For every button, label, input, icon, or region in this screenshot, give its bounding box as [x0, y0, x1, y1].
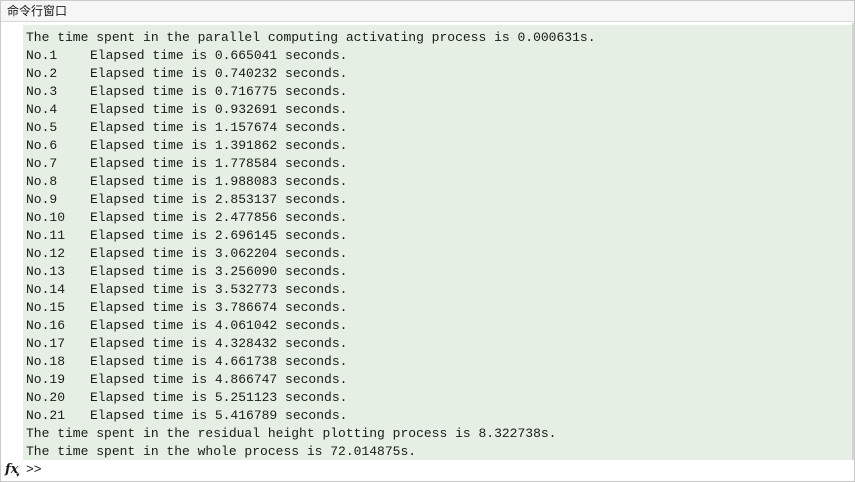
console-header-line: The time spent in the parallel computing… [26, 30, 596, 45]
console-output: The time spent in the parallel computing… [23, 25, 853, 462]
console-residual-line: The time spent in the residual height pl… [26, 426, 557, 441]
run-number: No.7 [26, 156, 58, 171]
run-row: No.9 Elapsed time is 2.853137 seconds. [26, 191, 347, 209]
command-window: 命令行窗口 The time spent in the parallel com… [0, 0, 855, 482]
window-title: 命令行窗口 [1, 1, 854, 22]
run-elapsed-text: Elapsed time is 4.866747 seconds. [90, 372, 348, 387]
run-elapsed-text: Elapsed time is 4.328432 seconds. [90, 336, 348, 351]
run-row: No.3 Elapsed time is 0.716775 seconds. [26, 83, 347, 101]
console-scroll-edge[interactable] [852, 23, 854, 460]
run-row: No.11 Elapsed time is 2.696145 seconds. [26, 227, 347, 245]
run-elapsed-text: Elapsed time is 3.256090 seconds. [90, 264, 348, 279]
run-number: No.16 [26, 318, 66, 333]
run-elapsed-text: Elapsed time is 0.932691 seconds. [90, 102, 348, 117]
run-row: No.13 Elapsed time is 3.256090 seconds. [26, 263, 347, 281]
run-elapsed-text: Elapsed time is 3.786674 seconds. [90, 300, 348, 315]
run-number: No.18 [26, 354, 66, 369]
run-row: No.12 Elapsed time is 3.062204 seconds. [26, 245, 347, 263]
chevron-down-icon: ▾ [16, 471, 20, 479]
run-number: No.12 [26, 246, 66, 261]
run-number: No.19 [26, 372, 66, 387]
command-input[interactable] [49, 461, 839, 479]
run-number: No.2 [26, 66, 58, 81]
run-number: No.5 [26, 120, 58, 135]
run-elapsed-text: Elapsed time is 4.661738 seconds. [90, 354, 348, 369]
run-row: No.19 Elapsed time is 4.866747 seconds. [26, 371, 347, 389]
run-number: No.3 [26, 84, 58, 99]
run-number: No.20 [26, 390, 66, 405]
run-row: No.14 Elapsed time is 3.532773 seconds. [26, 281, 347, 299]
run-elapsed-text: Elapsed time is 0.665041 seconds. [90, 48, 348, 63]
run-row: No.6 Elapsed time is 1.391862 seconds. [26, 137, 347, 155]
run-number: No.1 [26, 48, 58, 63]
run-number: No.9 [26, 192, 58, 207]
run-number: No.15 [26, 300, 66, 315]
run-elapsed-text: Elapsed time is 0.740232 seconds. [90, 66, 348, 81]
run-row: No.17 Elapsed time is 4.328432 seconds. [26, 335, 347, 353]
run-elapsed-text: Elapsed time is 4.061042 seconds. [90, 318, 348, 333]
run-elapsed-text: Elapsed time is 1.391862 seconds. [90, 138, 348, 153]
run-number: No.13 [26, 264, 66, 279]
run-row: No.5 Elapsed time is 1.157674 seconds. [26, 119, 347, 137]
run-row: No.2 Elapsed time is 0.740232 seconds. [26, 65, 347, 83]
run-number: No.8 [26, 174, 58, 189]
run-elapsed-text: Elapsed time is 3.062204 seconds. [90, 246, 348, 261]
run-elapsed-text: Elapsed time is 2.477856 seconds. [90, 210, 348, 225]
run-elapsed-text: Elapsed time is 5.251123 seconds. [90, 390, 348, 405]
run-elapsed-text: Elapsed time is 5.416789 seconds. [90, 408, 348, 423]
run-row: No.4 Elapsed time is 0.932691 seconds. [26, 101, 347, 119]
run-row: No.1 Elapsed time is 0.665041 seconds. [26, 47, 347, 65]
run-row: No.10 Elapsed time is 2.477856 seconds. [26, 209, 347, 227]
console-total-line: The time spent in the whole process is 7… [26, 444, 417, 459]
run-elapsed-text: Elapsed time is 2.696145 seconds. [90, 228, 348, 243]
run-number: No.17 [26, 336, 66, 351]
run-row: No.18 Elapsed time is 4.661738 seconds. [26, 353, 347, 371]
run-elapsed-text: Elapsed time is 2.853137 seconds. [90, 192, 348, 207]
run-number: No.6 [26, 138, 58, 153]
command-prompt-row: fx ▾ >> [1, 460, 854, 481]
run-elapsed-text: Elapsed time is 3.532773 seconds. [90, 282, 348, 297]
run-row: No.21 Elapsed time is 5.416789 seconds. [26, 407, 347, 425]
run-row: No.20 Elapsed time is 5.251123 seconds. [26, 389, 347, 407]
run-number: No.21 [26, 408, 66, 423]
run-row: No.16 Elapsed time is 4.061042 seconds. [26, 317, 347, 335]
prompt-symbol: >> [26, 462, 42, 477]
run-number: No.11 [26, 228, 66, 243]
run-elapsed-text: Elapsed time is 1.157674 seconds. [90, 120, 348, 135]
run-elapsed-text: Elapsed time is 1.778584 seconds. [90, 156, 348, 171]
run-number: No.4 [26, 102, 58, 117]
run-number: No.14 [26, 282, 66, 297]
run-number: No.10 [26, 210, 66, 225]
run-row: No.7 Elapsed time is 1.778584 seconds. [26, 155, 347, 173]
run-row: No.15 Elapsed time is 3.786674 seconds. [26, 299, 347, 317]
run-elapsed-text: Elapsed time is 1.988083 seconds. [90, 174, 348, 189]
run-elapsed-text: Elapsed time is 0.716775 seconds. [90, 84, 348, 99]
run-row: No.8 Elapsed time is 1.988083 seconds. [26, 173, 347, 191]
